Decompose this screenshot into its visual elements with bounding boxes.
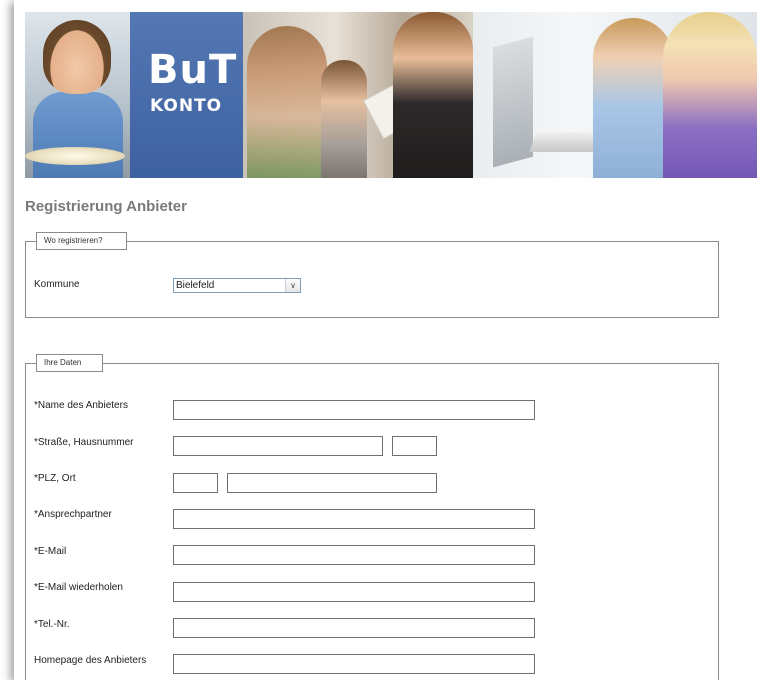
email-input[interactable]	[173, 545, 535, 565]
email-repeat-label: *E-Mail wiederholen	[34, 582, 123, 593]
email-repeat-input[interactable]	[173, 582, 535, 602]
logo-panel: BuT KONTO	[130, 12, 243, 178]
banner-photo-classroom	[243, 12, 473, 178]
homepage-label: Homepage des Anbieters	[34, 655, 147, 666]
kommune-selected-value: Bielefeld	[176, 280, 215, 291]
phone-label: *Tel.-Nr.	[34, 619, 70, 630]
homepage-input[interactable]	[173, 654, 535, 674]
name-input[interactable]	[173, 400, 535, 420]
legend-where-register: Wo registrieren?	[36, 232, 127, 250]
banner-photo-computer-kids	[473, 12, 757, 178]
kommune-label: Kommune	[34, 279, 80, 290]
name-label: *Name des Anbieters	[34, 400, 128, 411]
legend-your-data: Ihre Daten	[36, 354, 103, 372]
house-number-input[interactable]	[392, 436, 437, 456]
page-title: Registrierung Anbieter	[25, 198, 187, 215]
kommune-select[interactable]: Bielefeld ∨	[173, 278, 301, 293]
contact-label: *Ansprechpartner	[34, 509, 112, 520]
contact-input[interactable]	[173, 509, 535, 529]
banner-photo-boy	[25, 12, 130, 178]
email-label: *E-Mail	[34, 546, 67, 557]
phone-input[interactable]	[173, 618, 535, 638]
city-input[interactable]	[227, 473, 437, 493]
logo-but: BuT	[148, 47, 238, 93]
plz-city-label: *PLZ, Ort	[34, 473, 76, 484]
plz-input[interactable]	[173, 473, 218, 493]
street-input[interactable]	[173, 436, 383, 456]
header-banner: BuT KONTO	[25, 12, 757, 178]
chevron-down-icon[interactable]: ∨	[285, 279, 300, 292]
street-label: *Straße, Hausnummer	[34, 437, 134, 448]
fieldset-where-register	[25, 241, 719, 318]
logo-konto: KONTO	[150, 96, 223, 116]
